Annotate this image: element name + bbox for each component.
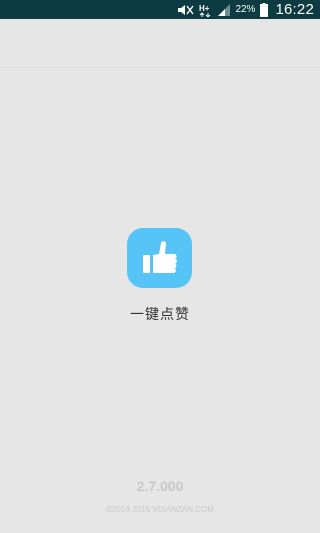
app-name: 一键点赞: [130, 307, 190, 323]
status-bar: H+ 22% 16:22: [0, 0, 320, 19]
app-logo: [127, 228, 192, 288]
signal-icon: [218, 3, 231, 16]
battery-percent: 22%: [235, 4, 256, 15]
version-label: 2.7.000: [136, 478, 184, 494]
copyright-text: ©2014-2015 VDIANZAN.COM: [106, 505, 214, 514]
thumbs-up-icon: [142, 241, 177, 273]
battery-icon: [260, 2, 269, 17]
mute-icon: [176, 4, 194, 16]
network-type-label: H+: [199, 4, 210, 13]
header-divider: [0, 67, 320, 68]
clock: 16:22: [275, 1, 314, 18]
network-h-plus-icon: H+: [199, 3, 213, 17]
